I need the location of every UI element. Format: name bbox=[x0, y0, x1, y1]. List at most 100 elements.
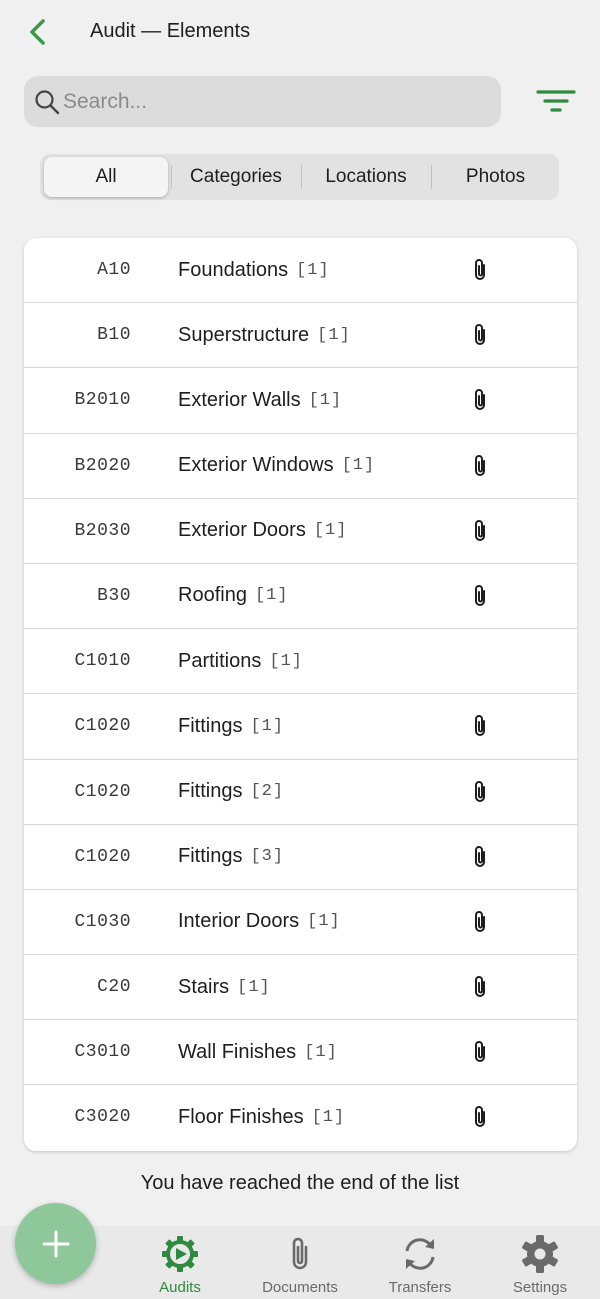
elements-list: A10 Foundations [1] B10 Superstructure [1] B20… bbox=[24, 238, 577, 1151]
back-button[interactable] bbox=[20, 14, 56, 50]
element-name: Roofing bbox=[178, 584, 247, 607]
paperclip-icon bbox=[470, 519, 490, 543]
filter-button[interactable] bbox=[534, 86, 578, 116]
element-count: [1] bbox=[296, 260, 330, 280]
page-title: Audit — Elements bbox=[90, 20, 251, 42]
nav-label: Documents bbox=[262, 1279, 338, 1296]
paperclip-icon bbox=[470, 845, 490, 869]
element-count: [1] bbox=[308, 390, 343, 410]
paperclip-icon bbox=[280, 1234, 320, 1274]
paperclip-icon bbox=[470, 454, 490, 478]
element-name: Exterior Walls bbox=[178, 388, 301, 411]
paperclip-icon bbox=[470, 910, 490, 934]
element-name: Interior Doors bbox=[178, 910, 300, 933]
tab-categories[interactable]: Categories bbox=[172, 154, 300, 200]
paperclip-icon bbox=[470, 258, 490, 282]
element-name: Fittings bbox=[178, 714, 243, 737]
element-name: Floor Finishes bbox=[178, 1105, 304, 1128]
element-code: C1030 bbox=[74, 911, 131, 932]
list-item[interactable]: C1030 Interior Doors [1] bbox=[24, 890, 577, 956]
element-count: [1] bbox=[254, 586, 289, 606]
list-item[interactable]: B30 Roofing [1] bbox=[24, 564, 577, 630]
paperclip-icon bbox=[470, 323, 490, 347]
list-item[interactable]: A10 Foundations [1] bbox=[24, 238, 577, 304]
list-item[interactable]: B10 Superstructure [1] bbox=[24, 303, 577, 369]
element-title: Exterior Walls [1] bbox=[178, 368, 342, 432]
paperclip-icon bbox=[470, 975, 490, 999]
paperclip-icon bbox=[470, 584, 490, 608]
list-item[interactable]: C1020 Fittings [1] bbox=[24, 694, 577, 760]
list-item[interactable]: B2020 Exterior Windows [1] bbox=[24, 434, 577, 499]
list-item[interactable]: C1020 Fittings [2] bbox=[24, 760, 577, 825]
settings-gear-icon bbox=[520, 1234, 560, 1274]
list-item[interactable]: C3010 Wall Finishes [1] bbox=[24, 1020, 577, 1086]
nav-audits[interactable]: Audits bbox=[120, 1226, 240, 1299]
element-title: Interior Doors [1] bbox=[178, 890, 341, 954]
tab-locations[interactable]: Locations bbox=[302, 154, 430, 200]
element-code: A10 bbox=[97, 260, 131, 280]
element-title: Partitions [1] bbox=[178, 629, 303, 693]
tab-photos[interactable]: Photos bbox=[432, 154, 559, 200]
add-button[interactable] bbox=[15, 1203, 96, 1284]
element-code: C3010 bbox=[74, 1042, 131, 1063]
element-title: Roofing [1] bbox=[178, 564, 289, 628]
element-code: C1020 bbox=[74, 846, 131, 867]
element-count: [2] bbox=[250, 782, 285, 801]
element-name: Exterior Windows bbox=[178, 454, 334, 477]
nav-label: Settings bbox=[512, 1279, 568, 1296]
element-name: Foundations bbox=[178, 258, 289, 281]
element-code: B2030 bbox=[74, 520, 131, 541]
element-name: Exterior Doors bbox=[178, 519, 306, 542]
paperclip-icon bbox=[470, 1040, 490, 1064]
element-code: C1020 bbox=[74, 781, 131, 802]
element-count: [1] bbox=[313, 521, 348, 541]
element-title: Wall Finishes [1] bbox=[178, 1020, 338, 1084]
nav-documents[interactable]: Documents bbox=[240, 1226, 360, 1299]
list-item[interactable]: C1020 Fittings [3] bbox=[24, 825, 577, 890]
element-code: B30 bbox=[97, 585, 131, 606]
element-name: Partitions bbox=[178, 649, 262, 672]
nav-transfers[interactable]: Transfers bbox=[360, 1226, 480, 1299]
element-name: Fittings bbox=[178, 845, 243, 868]
search-input[interactable] bbox=[63, 89, 463, 114]
nav-settings[interactable]: Settings bbox=[480, 1226, 600, 1299]
element-name: Fittings bbox=[178, 780, 243, 802]
app-header: Audit — Elements bbox=[0, 0, 600, 66]
element-count: [1] bbox=[250, 716, 285, 736]
element-name: Stairs bbox=[178, 975, 230, 998]
element-title: Fittings [3] bbox=[178, 825, 284, 889]
chevron-left-icon bbox=[30, 19, 45, 45]
end-of-list-message: You have reached the end of the list bbox=[140, 1172, 460, 1194]
element-title: Superstructure [1] bbox=[178, 303, 351, 367]
element-count: [1] bbox=[341, 456, 376, 476]
element-name: Wall Finishes bbox=[178, 1040, 297, 1063]
list-item[interactable]: B2010 Exterior Walls [1] bbox=[24, 368, 577, 434]
list-item[interactable]: C1010 Partitions [1] bbox=[24, 629, 577, 695]
list-item[interactable]: C3020 Floor Finishes [1] bbox=[24, 1085, 577, 1150]
element-title: Exterior Windows [1] bbox=[178, 434, 375, 498]
tab-all[interactable]: All bbox=[44, 157, 168, 197]
element-count: [1] bbox=[237, 977, 271, 997]
paperclip-icon bbox=[470, 1105, 490, 1129]
element-title: Fittings [1] bbox=[178, 694, 284, 758]
search-icon bbox=[33, 88, 61, 116]
list-item[interactable]: B2030 Exterior Doors [1] bbox=[24, 499, 577, 564]
paperclip-icon bbox=[470, 780, 490, 804]
element-name: Superstructure bbox=[178, 323, 310, 346]
nav-label: Audits bbox=[159, 1279, 201, 1296]
element-title: Fittings [2] bbox=[178, 760, 284, 824]
paperclip-icon bbox=[470, 714, 490, 738]
element-title: Exterior Doors [1] bbox=[178, 499, 347, 563]
filter-icon bbox=[536, 90, 576, 112]
element-title: Stairs [1] bbox=[178, 955, 271, 1019]
element-count: [1] bbox=[269, 651, 303, 671]
element-code: C1010 bbox=[74, 651, 131, 672]
element-code: C3020 bbox=[74, 1107, 131, 1128]
element-count: [1] bbox=[317, 325, 351, 345]
sync-icon bbox=[400, 1234, 440, 1274]
element-title: Floor Finishes [1] bbox=[178, 1085, 345, 1149]
list-item[interactable]: C20 Stairs [1] bbox=[24, 955, 577, 1021]
element-count: [1] bbox=[304, 1042, 338, 1062]
audits-gear-icon bbox=[160, 1234, 200, 1274]
element-count: [1] bbox=[311, 1107, 346, 1127]
